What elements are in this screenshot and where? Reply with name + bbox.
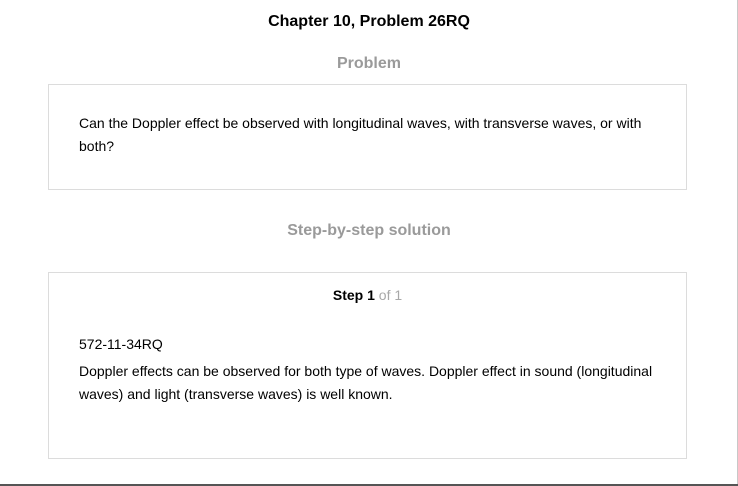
page-title: Chapter 10, Problem 26RQ xyxy=(268,13,470,30)
step-word: Step xyxy=(332,287,364,303)
step-total: of 1 xyxy=(378,287,403,303)
solution-heading: Step-by-step solution xyxy=(287,222,451,239)
step-label: Step 1 xyxy=(333,287,375,303)
step-number: 1 xyxy=(367,287,375,303)
step-indicator: Step 1 of 1 xyxy=(49,286,686,304)
problem-heading: Problem xyxy=(336,55,401,72)
solution-box: Step 1 of 1 572-11-34RQ Doppler effects … xyxy=(48,272,687,459)
step-text: Doppler effects can be observed for both… xyxy=(79,363,653,402)
step-reference: 572-11-34RQ xyxy=(79,336,163,352)
problem-box: Can the Doppler effect be observed with … xyxy=(48,84,687,190)
problem-text: Can the Doppler effect be observed with … xyxy=(79,115,642,154)
